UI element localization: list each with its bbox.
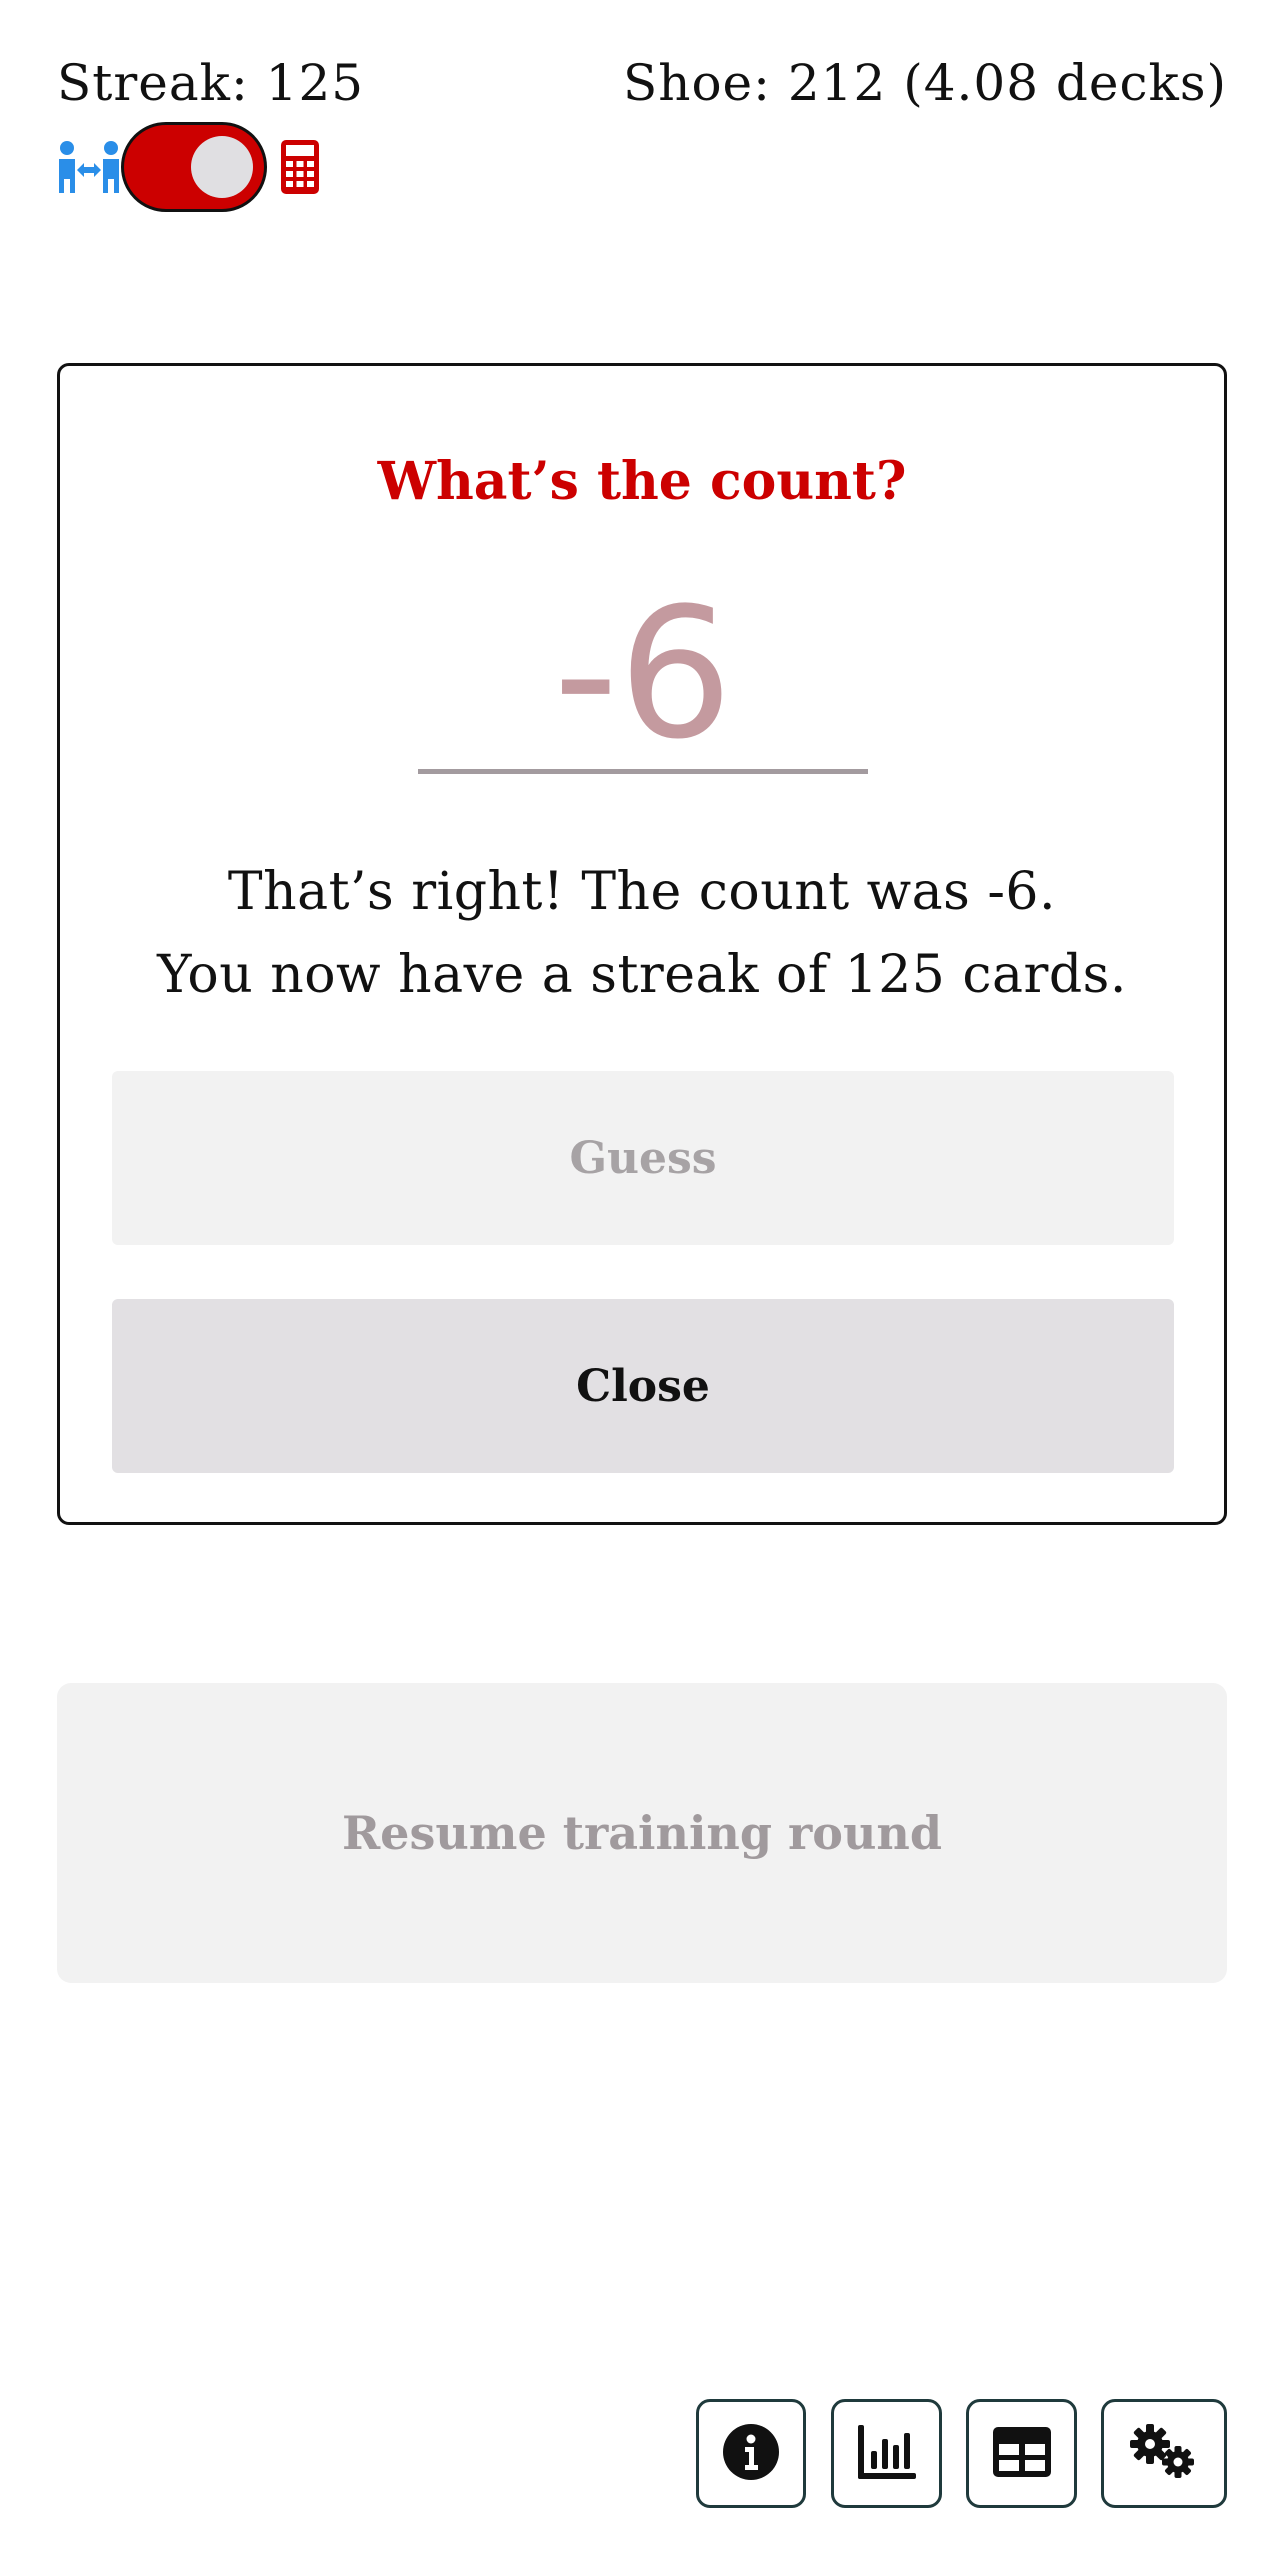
count-dialog: What’s the count? -6 That’s right! The c…	[57, 363, 1227, 1525]
info-button[interactable]	[696, 2399, 806, 2508]
bar-chart-icon	[857, 2424, 916, 2483]
guess-button[interactable]: Guess	[112, 1071, 1174, 1245]
gears-icon	[1128, 2422, 1200, 2486]
dialog-title: What’s the count?	[377, 451, 907, 512]
resume-training-button[interactable]: Resume training round	[57, 1683, 1227, 1983]
people-arrows-icon	[57, 132, 127, 202]
close-button[interactable]: Close	[112, 1299, 1174, 1473]
mode-toggle-switch[interactable]	[121, 122, 267, 212]
settings-button[interactable]	[1101, 2399, 1227, 2508]
shoe-counter: Shoe: 212 (4.08 decks)	[622, 54, 1227, 112]
result-message-line1: That’s right! The count was -6.	[227, 862, 1057, 922]
info-icon	[722, 2423, 780, 2485]
calculator-icon	[275, 132, 325, 202]
table-icon	[992, 2426, 1051, 2481]
toggle-knob	[191, 136, 253, 198]
statistics-button[interactable]	[831, 2399, 942, 2508]
mode-toggle-row	[57, 122, 325, 212]
result-message-line2: You now have a streak of 125 cards.	[157, 945, 1127, 1005]
streak-counter: Streak: 125	[57, 54, 365, 112]
count-input[interactable]: -6	[418, 576, 868, 774]
table-button[interactable]	[966, 2399, 1077, 2508]
